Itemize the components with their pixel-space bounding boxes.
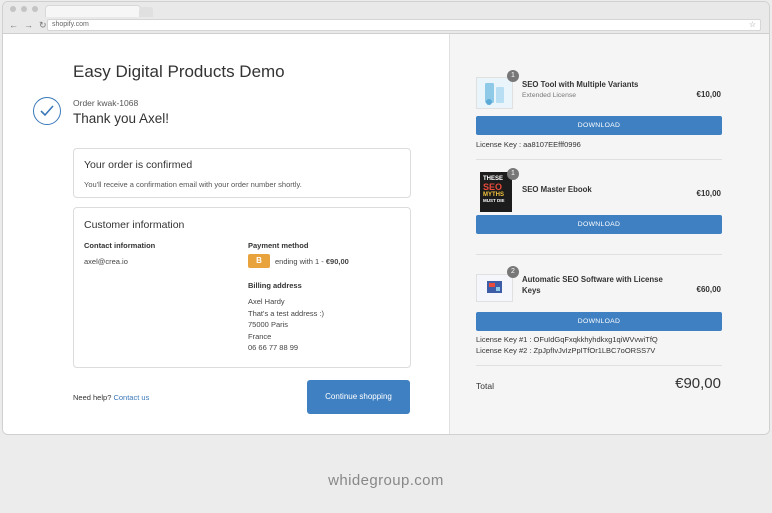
- window-controls: [10, 6, 38, 12]
- billing-address-label: Billing address: [248, 281, 302, 290]
- continue-shopping-button[interactable]: Continue shopping: [307, 380, 410, 414]
- close-window-dot[interactable]: [10, 6, 16, 12]
- payment-amount: €90,00: [325, 257, 349, 266]
- minimize-window-dot[interactable]: [21, 6, 27, 12]
- bookmark-star-icon[interactable]: ☆: [749, 20, 756, 30]
- billing-line: Axel Hardy: [248, 297, 285, 306]
- payment-method-label: Payment method: [248, 241, 309, 250]
- license-key: License Key #2 : ZpJpfIvJvIzPpITfOr1LBC7…: [476, 346, 656, 355]
- item-name-line: Automatic SEO Software with License: [522, 275, 663, 284]
- order-main-panel: Easy Digital Products Demo Order kwak-10…: [3, 34, 449, 434]
- seo-tool-thumbnail: [476, 77, 513, 109]
- shop-title: Easy Digital Products Demo: [73, 62, 285, 81]
- quantity-badge: 1: [507, 168, 519, 180]
- seo-software-thumbnail: [476, 274, 513, 302]
- forward-arrow-icon[interactable]: →: [24, 20, 33, 30]
- contact-us-link[interactable]: Contact us: [113, 393, 149, 402]
- checkmark-icon: [33, 97, 61, 125]
- maximize-window-dot[interactable]: [32, 6, 38, 12]
- footer-watermark: whidegroup.com: [328, 472, 444, 489]
- url-text: shopify.com: [52, 21, 89, 28]
- bitcoin-icon: B: [248, 254, 270, 268]
- thank-you-heading: Thank you Axel!: [73, 111, 170, 126]
- browser-chrome: ← → ↻ shopify.com ☆: [3, 2, 769, 34]
- item-name: SEO Master Ebook: [522, 185, 592, 194]
- customer-info-box: Customer information Contact information…: [73, 207, 411, 368]
- item-name: SEO Tool with Multiple Variants: [522, 80, 639, 89]
- billing-line: 75000 Paris: [248, 320, 289, 329]
- item-price: €10,00: [696, 189, 721, 198]
- total-label: Total: [476, 381, 494, 391]
- back-arrow-icon[interactable]: ←: [9, 20, 18, 30]
- help-text: Need help? Contact us: [73, 393, 149, 402]
- browser-tab[interactable]: [45, 5, 141, 17]
- payment-text: ending with 1 -: [275, 257, 326, 266]
- item-name: Automatic SEO Software with License Keys: [522, 274, 663, 296]
- billing-address: Axel Hardy That's a test address :) 7500…: [248, 296, 324, 354]
- divider: [476, 254, 722, 255]
- item-price: €60,00: [696, 285, 721, 294]
- license-key: License Key #1 : OFuIdGqFxqkkhyhdkxg1qiW…: [476, 335, 658, 344]
- total-value: €90,00: [675, 375, 721, 392]
- ebook-cover-text: THESE SEO MYTHS MUST DIE: [481, 173, 511, 205]
- billing-line: That's a test address :): [248, 308, 325, 318]
- item-price: €10,00: [696, 90, 721, 99]
- new-tab-button[interactable]: [139, 7, 153, 17]
- order-confirmed-box: Your order is confirmed You'll receive a…: [73, 148, 411, 198]
- download-button[interactable]: DOWNLOAD: [476, 312, 722, 331]
- confirmed-heading: Your order is confirmed: [84, 159, 193, 171]
- order-number: Order kwak-1068: [73, 98, 139, 108]
- contact-email: axel@crea.io: [84, 257, 128, 266]
- license-key: License Key : aa8107EEfff0996: [476, 140, 581, 149]
- quantity-badge: 1: [507, 70, 519, 82]
- download-button[interactable]: DOWNLOAD: [476, 215, 722, 234]
- ebook-cover-line: MUST DIE: [483, 198, 505, 203]
- nav-buttons: ← → ↻: [9, 20, 47, 30]
- customer-info-heading: Customer information: [84, 219, 185, 231]
- item-name-line: Keys: [522, 286, 541, 295]
- order-summary-panel: 1 SEO Tool with Multiple Variants Extend…: [449, 34, 769, 434]
- confirmed-text: You'll receive a confirmation email with…: [84, 180, 302, 189]
- divider: [476, 159, 722, 160]
- reload-icon[interactable]: ↻: [39, 20, 47, 30]
- billing-line: 06 66 77 88 99: [248, 343, 299, 352]
- contact-info-label: Contact information: [84, 241, 156, 250]
- payment-details: ending with 1 - €90,00: [275, 256, 349, 268]
- divider: [476, 365, 722, 366]
- quantity-badge: 2: [507, 266, 519, 278]
- need-help-text: Need help?: [73, 393, 112, 402]
- item-variant: Extended License: [522, 92, 577, 99]
- page-content: Easy Digital Products Demo Order kwak-10…: [3, 34, 769, 434]
- billing-line: France: [248, 331, 272, 341]
- seo-ebook-cover: THESE SEO MYTHS MUST DIE: [480, 172, 512, 212]
- address-bar[interactable]: shopify.com ☆: [47, 19, 761, 31]
- download-button[interactable]: DOWNLOAD: [476, 116, 722, 135]
- browser-window: ← → ↻ shopify.com ☆ Easy Digital Product…: [2, 1, 770, 435]
- ebook-cover-line: SEO: [483, 181, 503, 192]
